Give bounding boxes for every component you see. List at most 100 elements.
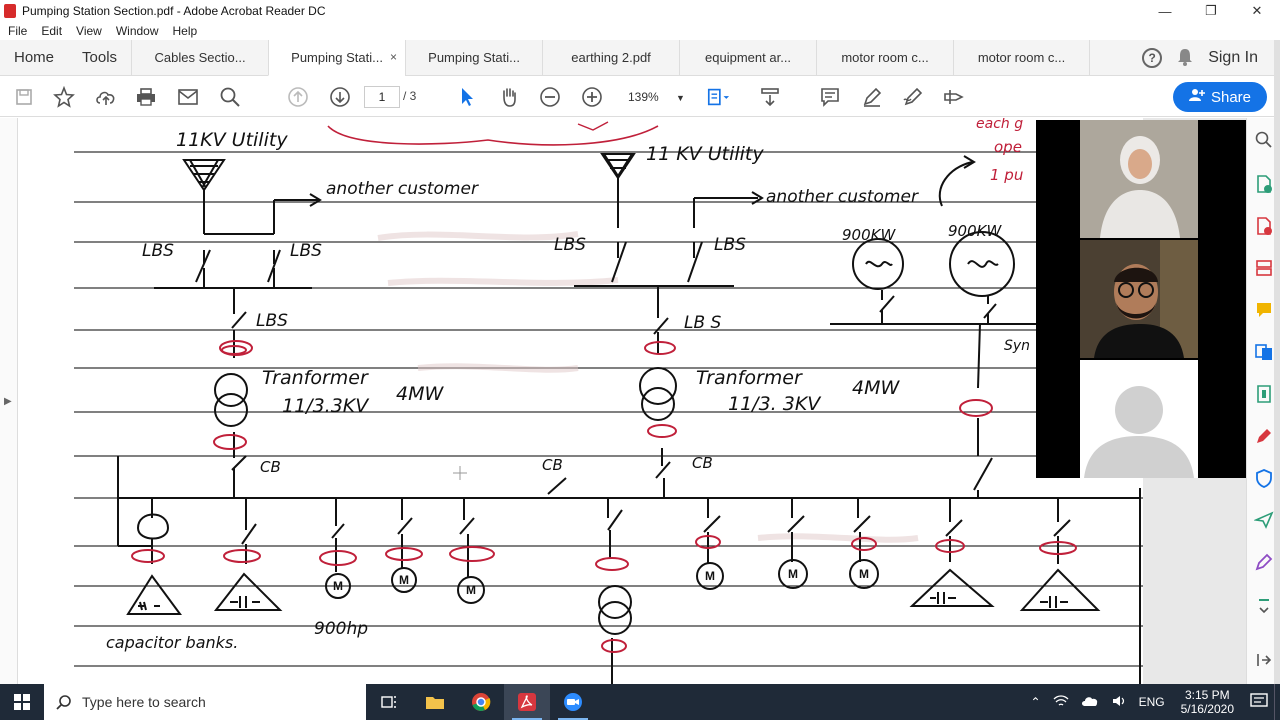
maximize-button[interactable]: ❐ — [1188, 0, 1234, 22]
email-icon[interactable] — [176, 85, 200, 109]
previous-page-icon[interactable] — [286, 85, 310, 109]
doc-tab-label: motor room c... — [977, 50, 1066, 65]
doc-tab[interactable]: Pumping Stati... — [405, 39, 542, 76]
acrobat-taskbar-button[interactable] — [504, 684, 550, 720]
clock-date: 5/16/2020 — [1180, 702, 1234, 716]
acrobat-icon — [518, 693, 536, 711]
motor-label: M — [333, 579, 343, 593]
participant-video[interactable] — [1080, 120, 1198, 238]
menu-edit[interactable]: Edit — [41, 24, 62, 38]
start-button[interactable] — [0, 684, 44, 720]
volume-icon[interactable] — [1105, 694, 1133, 711]
chrome-icon — [472, 693, 491, 711]
onedrive-cloud-icon[interactable] — [1075, 695, 1105, 710]
page-number-input[interactable]: 1 — [364, 86, 400, 108]
file-explorer-button[interactable] — [412, 684, 458, 720]
vertical-scrollbar[interactable] — [1274, 40, 1280, 684]
video-call-panel[interactable] — [1036, 120, 1246, 478]
zoom-select[interactable]: 139% ▼ — [618, 86, 690, 108]
doc-tab-label: Cables Sectio... — [154, 50, 246, 65]
zoom-value: 139% — [628, 90, 659, 104]
language-indicator[interactable]: ENG — [1133, 695, 1171, 709]
fit-page-icon[interactable] — [706, 85, 730, 109]
star-icon[interactable] — [52, 85, 76, 109]
create-pdf-icon[interactable] — [1252, 214, 1276, 238]
protect-shield-icon[interactable] — [1252, 466, 1276, 490]
share-button[interactable]: Share — [1173, 82, 1267, 112]
sketch-sync: Syn — [1004, 338, 1030, 354]
participant-video[interactable] — [1080, 240, 1198, 358]
compress-icon[interactable] — [1252, 382, 1276, 406]
menu-window[interactable]: Window — [116, 24, 159, 38]
edit-pdf-icon[interactable] — [1252, 424, 1276, 448]
network-icon[interactable] — [1047, 694, 1075, 711]
motor-label: M — [399, 573, 409, 587]
chevron-up-icon[interactable]: ⌃ — [1025, 695, 1047, 709]
upload-cloud-icon[interactable] — [94, 85, 118, 109]
select-cursor-icon[interactable] — [455, 85, 479, 109]
search-icon[interactable] — [218, 85, 242, 109]
zoom-icon[interactable] — [1252, 128, 1276, 152]
show-desktop-button[interactable] — [1274, 684, 1280, 720]
scroll-mode-icon[interactable] — [758, 85, 782, 109]
combine-files-icon[interactable] — [1252, 340, 1276, 364]
sketch-rating: 11/3.3KV — [282, 395, 370, 417]
save-icon[interactable] — [12, 85, 36, 109]
doc-tab-active[interactable]: Pumping Stati... × — [268, 39, 406, 76]
close-button[interactable]: ✕ — [1234, 0, 1280, 22]
taskbar-search[interactable]: Type here to search — [44, 684, 366, 720]
doc-tab[interactable]: earthing 2.pdf — [542, 39, 679, 76]
menu-help[interactable]: Help — [173, 24, 198, 38]
minimize-button[interactable]: — — [1142, 0, 1188, 22]
pdf-page[interactable]: M M M M M M 11KV Utility 11 KV Utility L… — [18, 118, 1143, 684]
zoom-in-icon[interactable] — [580, 85, 604, 109]
doc-tab[interactable]: equipment ar... — [679, 39, 816, 76]
bell-icon[interactable] — [1176, 47, 1194, 70]
sketch-gen-rating: 900KW — [842, 226, 896, 244]
left-panel-toggle[interactable]: ▶ — [0, 118, 18, 684]
send-track-icon[interactable] — [1252, 508, 1276, 532]
tab-home[interactable]: Home — [0, 40, 68, 76]
windows-taskbar: Type here to search ⌃ ENG 3:15 PM 5/16/2… — [0, 684, 1280, 720]
acrobat-app-icon — [4, 4, 16, 18]
organize-pages-icon[interactable] — [1252, 256, 1276, 280]
task-view-button[interactable] — [366, 684, 412, 720]
print-icon[interactable] — [134, 85, 158, 109]
menu-bar: File Edit View Window Help — [0, 22, 1280, 40]
motor-label: M — [788, 567, 798, 581]
comment-icon[interactable] — [818, 85, 842, 109]
notification-icon[interactable] — [1244, 692, 1274, 712]
zoom-taskbar-button[interactable] — [550, 684, 596, 720]
clock[interactable]: 3:15 PM 5/16/2020 — [1171, 688, 1244, 716]
participant-avatar[interactable] — [1080, 360, 1198, 478]
close-tab-icon[interactable]: × — [390, 50, 397, 64]
help-icon[interactable]: ? — [1142, 48, 1163, 68]
doc-tab[interactable]: Cables Sectio... — [131, 39, 268, 76]
comment-tool-icon[interactable] — [1252, 298, 1276, 322]
sketch-another-customer: another customer — [766, 187, 919, 207]
zoom-out-icon[interactable] — [538, 85, 562, 109]
tab-tools[interactable]: Tools — [68, 40, 131, 76]
next-page-icon[interactable] — [328, 85, 352, 109]
doc-tab[interactable]: motor room c... — [953, 39, 1091, 76]
sketch-hp: 900hp — [314, 619, 368, 639]
menu-file[interactable]: File — [8, 24, 27, 38]
hand-tool-icon[interactable] — [497, 85, 521, 109]
expand-arrow-icon[interactable]: ▶ — [4, 396, 12, 407]
fill-sign-icon[interactable] — [942, 85, 966, 109]
handwritten-sketch: M M M M M M 11KV Utility 11 KV Utility L… — [74, 118, 1143, 684]
collapse-pane-icon[interactable] — [1252, 648, 1276, 672]
fill-sign-tool-icon[interactable] — [1252, 550, 1276, 574]
chrome-button[interactable] — [458, 684, 504, 720]
sketch-rating: 11/3. 3KV — [728, 393, 822, 415]
sign-in-link[interactable]: Sign In — [1208, 49, 1258, 67]
system-tray: ⌃ ENG 3:15 PM 5/16/2020 — [1025, 684, 1280, 720]
export-pdf-icon[interactable] — [1252, 172, 1276, 196]
doc-tab[interactable]: motor room c... — [816, 39, 953, 76]
more-tools-chevron-icon[interactable] — [1252, 594, 1276, 618]
doc-tab-label: motor room c... — [841, 50, 929, 65]
draw-icon[interactable] — [901, 85, 925, 109]
menu-view[interactable]: View — [76, 24, 102, 38]
highlight-pen-icon[interactable] — [860, 85, 884, 109]
sketch-lbs: LBS — [256, 311, 288, 331]
